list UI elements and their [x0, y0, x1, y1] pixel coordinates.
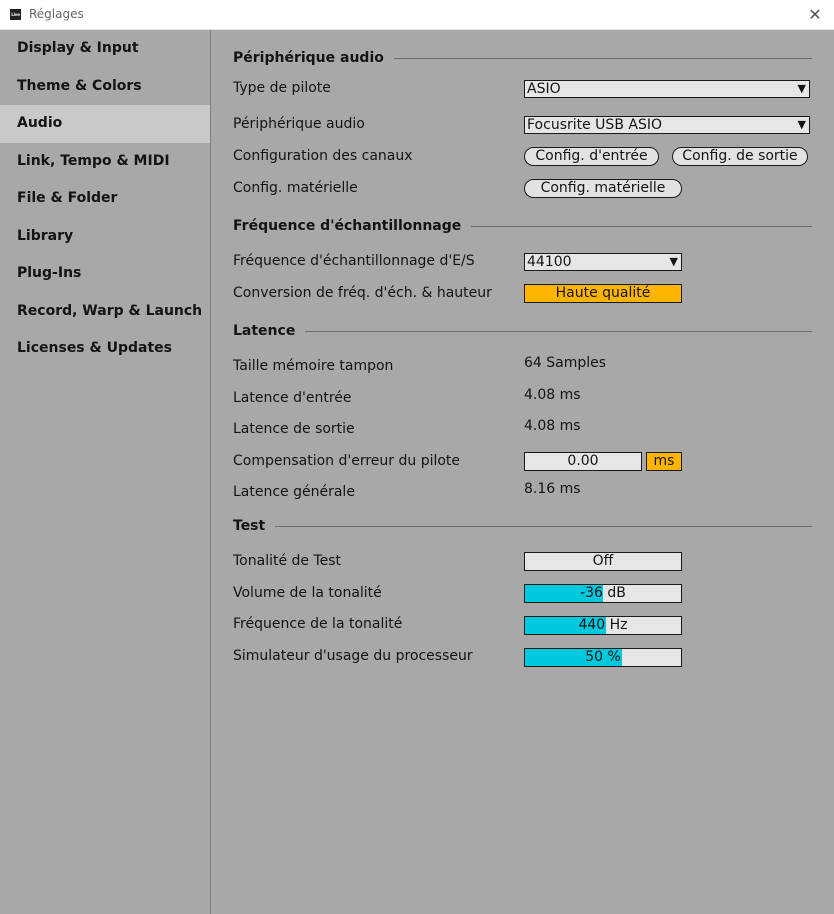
audio-device-label: Périphérique audio	[233, 116, 365, 132]
io-sample-rate-label: Fréquence d'échantillonnage d'E/S	[233, 253, 475, 269]
sidebar-item-link-tempo-midi[interactable]: Link, Tempo & MIDI	[0, 143, 210, 181]
driver-type-dropdown[interactable]: ASIO ▼	[524, 80, 810, 98]
output-config-button[interactable]: Config. de sortie	[672, 147, 808, 166]
sidebar-item-audio[interactable]: Audio	[0, 105, 210, 143]
section-title: Test	[233, 518, 266, 534]
sidebar-item-record-warp-launch[interactable]: Record, Warp & Launch	[0, 293, 210, 331]
sr-conversion-label: Conversion de fréq. d'éch. & hauteur	[233, 285, 492, 301]
sidebar-item-licenses-updates[interactable]: Licenses & Updates	[0, 330, 210, 368]
sr-conversion-toggle[interactable]: Haute qualité	[524, 284, 682, 303]
driver-error-comp-label: Compensation d'erreur du pilote	[233, 453, 461, 469]
chevron-down-icon: ▼	[797, 118, 806, 131]
buffer-size-label: Taille mémoire tampon	[233, 358, 394, 374]
section-test: Test	[233, 516, 812, 536]
output-latency-value: 4.08 ms	[524, 418, 581, 434]
cpu-usage-simulator-value: 50 %	[585, 649, 621, 665]
audio-device-value: Focusrite USB ASIO	[527, 117, 662, 133]
divider	[471, 225, 812, 227]
hardware-config-label: Config. matérielle	[233, 180, 358, 196]
io-sample-rate-value: 44100	[527, 254, 572, 270]
audio-device-dropdown[interactable]: Focusrite USB ASIO ▼	[524, 116, 810, 134]
test-tone-toggle[interactable]: Off	[524, 552, 682, 571]
section-title: Périphérique audio	[233, 50, 384, 66]
input-latency-label: Latence d'entrée	[233, 390, 352, 406]
section-sample-rate: Fréquence d'échantillonnage	[233, 216, 812, 236]
sidebar-item-theme-colors[interactable]: Theme & Colors	[0, 68, 210, 106]
divider	[393, 57, 812, 59]
section-audio-device: Périphérique audio	[233, 48, 812, 68]
section-title: Fréquence d'échantillonnage	[233, 218, 462, 234]
input-config-button[interactable]: Config. d'entrée	[524, 147, 659, 166]
chevron-down-icon: ▼	[797, 82, 806, 95]
tone-frequency-value: 440 Hz	[578, 617, 628, 633]
output-latency-label: Latence de sortie	[233, 421, 355, 437]
sidebar-item-display-input[interactable]: Display & Input	[0, 30, 210, 68]
io-sample-rate-dropdown[interactable]: 44100 ▼	[524, 253, 682, 271]
divider	[305, 330, 812, 332]
close-icon: ✕	[808, 5, 822, 24]
tone-volume-label: Volume de la tonalité	[233, 585, 382, 601]
sidebar-item-file-folder[interactable]: File & Folder	[0, 180, 210, 218]
tone-volume-value: -36 dB	[580, 585, 626, 601]
tone-volume-slider[interactable]: -36 dB	[524, 584, 682, 603]
sidebar-item-plug-ins[interactable]: Plug-Ins	[0, 255, 210, 293]
driver-type-label: Type de pilote	[233, 80, 331, 96]
divider	[275, 525, 812, 527]
chevron-down-icon: ▼	[669, 255, 678, 268]
overall-latency-label: Latence générale	[233, 484, 355, 500]
tone-frequency-slider[interactable]: 440 Hz	[524, 616, 682, 635]
audio-settings-panel: Périphérique audio Type de pilote ASIO ▼…	[212, 30, 834, 914]
section-latency: Latence	[233, 321, 812, 341]
driver-error-comp-unit-toggle[interactable]: ms	[646, 452, 682, 471]
input-latency-value: 4.08 ms	[524, 387, 581, 403]
driver-error-comp-field[interactable]: 0.00	[524, 452, 642, 471]
hardware-config-button[interactable]: Config. matérielle	[524, 179, 682, 198]
window-title: Réglages	[29, 7, 84, 21]
driver-type-value: ASIO	[527, 81, 561, 97]
sidebar-item-library[interactable]: Library	[0, 218, 210, 256]
section-title: Latence	[233, 323, 296, 339]
close-button[interactable]: ✕	[804, 4, 826, 26]
channel-config-label: Configuration des canaux	[233, 148, 413, 164]
sidebar: Display & Input Theme & Colors Audio Lin…	[0, 30, 211, 914]
tone-frequency-label: Fréquence de la tonalité	[233, 616, 403, 632]
cpu-usage-simulator-slider[interactable]: 50 %	[524, 648, 682, 667]
test-tone-label: Tonalité de Test	[233, 553, 342, 569]
app-logo-icon: Live	[10, 9, 21, 20]
title-bar: Live Réglages ✕	[0, 0, 834, 30]
cpu-usage-simulator-label: Simulateur d'usage du processeur	[233, 648, 473, 664]
buffer-size-value[interactable]: 64 Samples	[524, 355, 606, 371]
overall-latency-value: 8.16 ms	[524, 481, 581, 497]
